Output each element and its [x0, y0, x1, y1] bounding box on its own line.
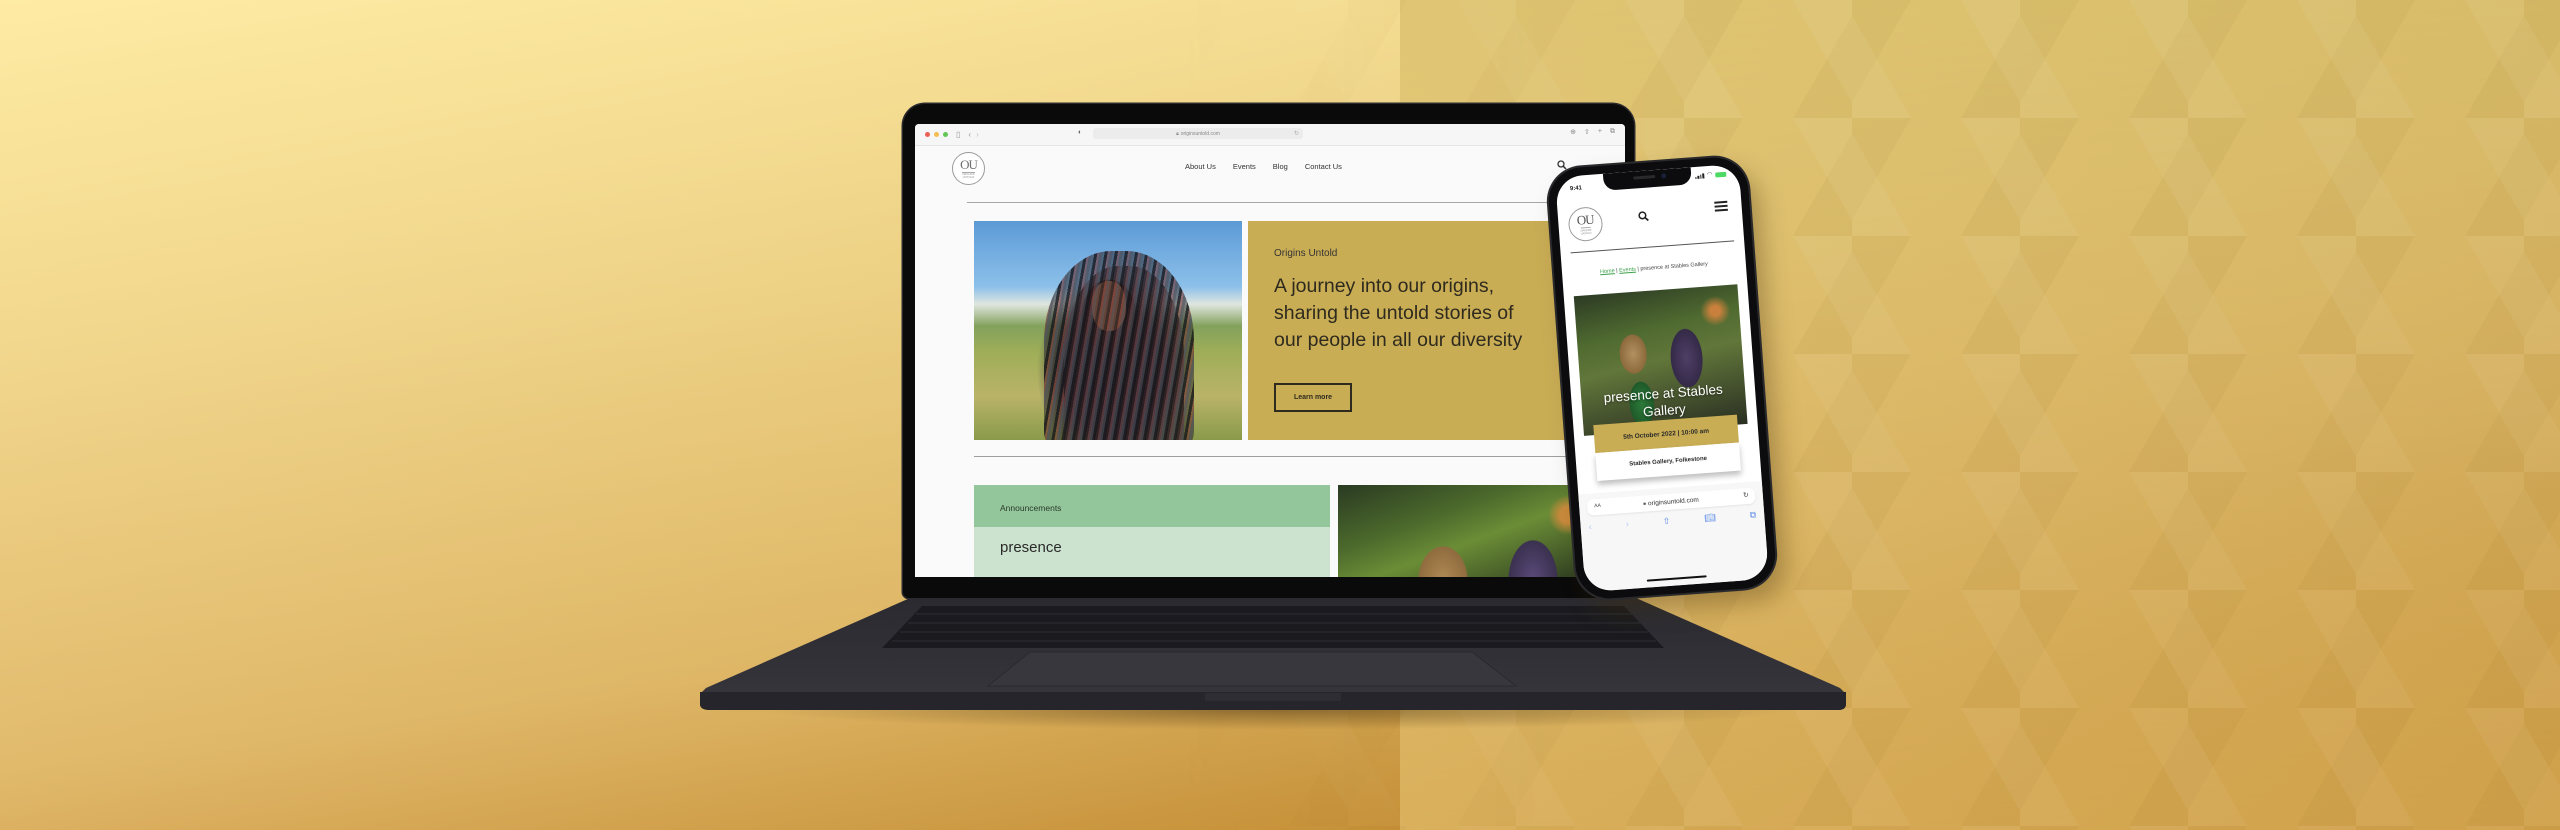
download-icon[interactable]: ⊕ — [1570, 128, 1576, 136]
nav-events[interactable]: Events — [1233, 162, 1256, 171]
hero-title: A journey into our origins, sharing the … — [1274, 275, 1523, 351]
learn-more-button[interactable]: Learn more — [1274, 383, 1352, 412]
battery-icon — [1715, 171, 1727, 178]
breadcrumb-current: presence at Stables Gallery — [1640, 261, 1709, 273]
nav-contact-us[interactable]: Contact Us — [1305, 162, 1342, 171]
nav-about-us[interactable]: About Us — [1185, 162, 1216, 171]
header-divider — [967, 202, 1575, 203]
forward-icon[interactable]: › — [976, 130, 979, 139]
wifi-icon: ◠ — [1706, 171, 1713, 179]
logo-subtitle: ORIGINS UNTOLD — [1580, 226, 1592, 236]
close-window-button[interactable] — [925, 132, 930, 137]
logo-mark: OU — [1576, 211, 1595, 228]
hero-card: Origins Untold A journey into our origin… — [1248, 221, 1586, 440]
window-controls — [925, 132, 948, 137]
sidebar-icon[interactable]: ▯ — [956, 130, 960, 139]
back-icon[interactable]: ‹ — [1588, 522, 1592, 533]
laptop-base — [700, 596, 1846, 712]
status-icons: ◠ — [1695, 171, 1727, 179]
announcement-title: presence — [974, 527, 1330, 577]
breadcrumb-home[interactable]: Home — [1600, 268, 1615, 275]
mobile-address-url: originsuntold.com — [1647, 496, 1700, 507]
tabs-icon[interactable]: ⧉ — [1749, 509, 1756, 520]
laptop-screen: ▯ ‹ › ◐ 🔒︎ originsuntold.com ↻ ⊕ ⇧ + ⧉ O… — [915, 124, 1625, 577]
hamburger-menu-icon[interactable] — [1714, 200, 1728, 214]
logo-mark: OU — [960, 156, 978, 172]
breadcrumb: Home | Events | presence at Stables Gall… — [1562, 259, 1746, 278]
home-indicator — [1646, 574, 1707, 582]
minimize-window-button[interactable] — [934, 132, 939, 137]
share-icon[interactable]: ⇧ — [1662, 516, 1670, 528]
reload-icon[interactable]: ↻ — [1743, 491, 1749, 499]
lock-icon: 🔒︎ — [1176, 130, 1179, 137]
site-logo[interactable]: OU ORIGINS UNTOLD — [952, 152, 985, 185]
announcement-header: Announcements — [974, 485, 1330, 527]
breadcrumb-events[interactable]: Events — [1619, 267, 1636, 274]
camera-icon — [1661, 173, 1667, 179]
hero-section: Origins Untold A journey into our origin… — [974, 221, 1586, 440]
hero-kicker: Origins Untold — [1274, 248, 1338, 259]
phone-screen: 9:41 ◠ OU ORIGINS UNTOLD Home | Events |… — [1555, 163, 1769, 593]
mobile-site-logo[interactable]: OU ORIGINS UNTOLD — [1567, 205, 1604, 243]
hero-image — [974, 221, 1242, 440]
trackpad — [986, 651, 1518, 687]
event-image: presence at Stables Gallery — [1573, 284, 1748, 436]
privacy-shield-icon[interactable]: ◐ — [1078, 129, 1082, 136]
share-icon[interactable]: ⇧ — [1584, 128, 1590, 136]
keyboard — [882, 606, 1664, 648]
browser-toolbar: ▯ ‹ › ◐ 🔒︎ originsuntold.com ↻ ⊕ ⇧ + ⧉ — [915, 124, 1625, 146]
forward-icon[interactable]: › — [1625, 519, 1629, 530]
search-icon[interactable] — [1638, 211, 1650, 226]
main-nav: About Us Events Blog Contact Us — [1185, 162, 1342, 171]
new-tab-icon[interactable]: + — [1598, 128, 1602, 136]
browser-actions: ⊕ ⇧ + ⧉ — [1570, 128, 1615, 136]
site-header: OU ORIGINS UNTOLD About Us Events Blog C… — [915, 146, 1625, 185]
back-icon[interactable]: ‹ — [968, 130, 971, 139]
text-size-button[interactable]: AA — [1594, 503, 1601, 509]
maximize-window-button[interactable] — [943, 132, 948, 137]
signal-icon — [1695, 172, 1705, 179]
section-divider — [974, 456, 1575, 457]
bookmarks-icon[interactable]: 📖︎ — [1704, 512, 1716, 524]
header-divider — [1570, 240, 1735, 254]
phone: 9:41 ◠ OU ORIGINS UNTOLD Home | Events |… — [1546, 155, 1778, 601]
announcement-image — [1338, 485, 1588, 577]
address-bar[interactable]: 🔒︎ originsuntold.com ↻ — [1093, 128, 1303, 139]
status-time: 9:41 — [1569, 185, 1583, 193]
tabs-icon[interactable]: ⧉ — [1610, 128, 1615, 136]
address-url: originsuntold.com — [1180, 130, 1220, 137]
logo-subtitle: ORIGINS UNTOLD — [962, 171, 975, 180]
reload-icon[interactable]: ↻ — [1294, 130, 1299, 137]
logo-subtitle-line2: UNTOLD — [962, 176, 975, 180]
mobile-browser-bar: AA 🔒︎ originsuntold.com ↻ ‹ › ⇧ 📖︎ ⧉ — [1578, 480, 1769, 593]
lock-icon: 🔒︎ — [1643, 500, 1647, 507]
nav-blog[interactable]: Blog — [1273, 162, 1288, 171]
logo-subtitle-line2: UNTOLD — [1580, 231, 1592, 236]
announcement-card[interactable]: Announcements presence — [974, 485, 1330, 577]
